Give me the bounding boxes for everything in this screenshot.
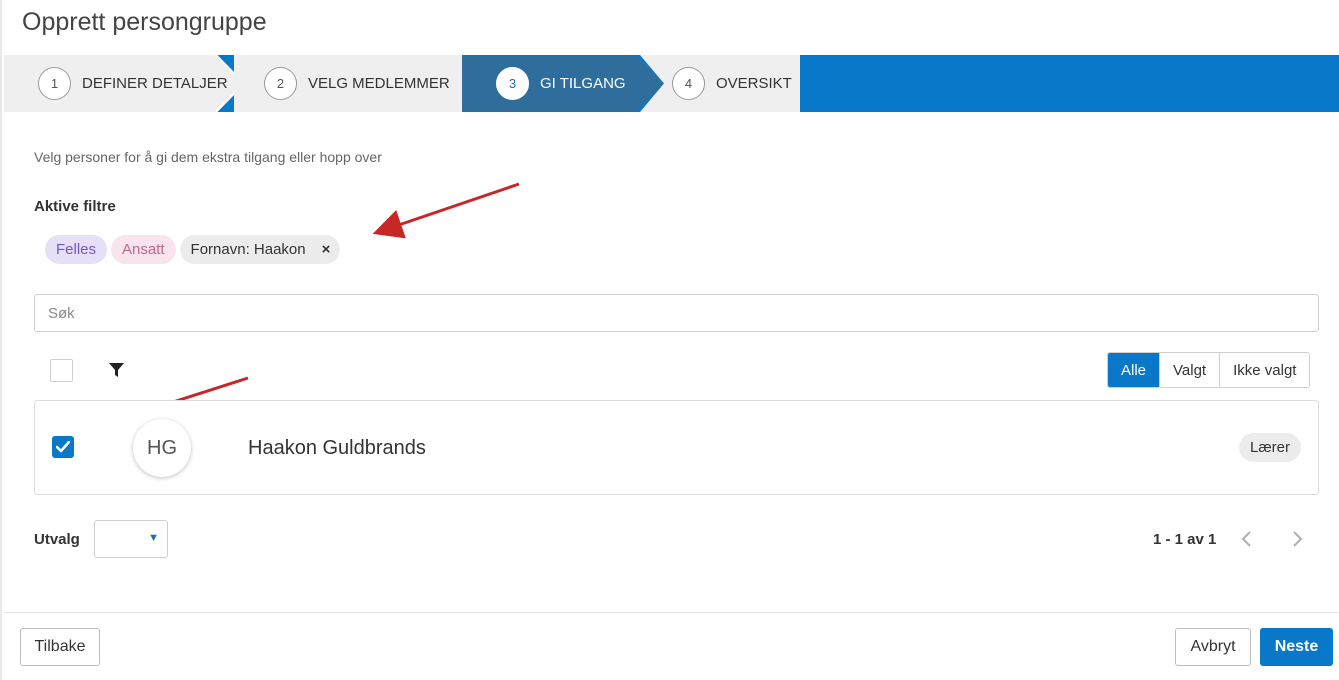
avatar: HG (133, 419, 191, 477)
select-all-checkbox[interactable] (50, 359, 73, 382)
active-filters-heading: Aktive filtre (34, 198, 116, 215)
caret-down-icon: ▼ (148, 532, 159, 544)
utvalg-label: Utvalg (34, 531, 80, 548)
check-icon (56, 441, 70, 453)
wizard-stepper: 1 DEFINER DETALJER 2 VELG MEDLEMMER 3 GI… (4, 55, 1339, 112)
step-label: OVERSIKT (716, 75, 792, 92)
person-checkbox[interactable] (52, 436, 74, 458)
step-instructions: Velg personer for å gi dem ekstra tilgan… (34, 149, 382, 165)
remove-filter-icon[interactable]: × (322, 241, 331, 258)
person-row[interactable]: HG Haakon Guldbrands Lærer (34, 400, 1319, 495)
role-badge: Lærer (1238, 433, 1301, 462)
chip-label: Fornavn: Haakon (190, 241, 306, 258)
chip-label: Felles (56, 241, 97, 258)
footer-divider (4, 612, 1339, 613)
toggle-valgt[interactable]: Valgt (1159, 353, 1220, 387)
search-input[interactable] (34, 294, 1319, 332)
filter-chip-ansatt[interactable]: Ansatt (111, 235, 176, 264)
step-label: VELG MEDLEMMER (308, 75, 450, 92)
step-number: 3 (496, 67, 529, 100)
selection-view-toggle: Alle Valgt Ikke valgt (1107, 352, 1311, 388)
back-button[interactable]: Tilbake (20, 628, 100, 666)
step-label: DEFINER DETALJER (82, 75, 228, 92)
step-definer-detaljer[interactable]: 1 DEFINER DETALJER (4, 55, 244, 112)
annotation-arrow (372, 182, 520, 239)
step-oversikt[interactable]: 4 OVERSIKT (640, 55, 800, 112)
active-filter-chips: Felles Ansatt Fornavn: Haakon × (45, 235, 341, 264)
page-title: Opprett persongruppe (22, 8, 267, 36)
filter-chip-fornavn: Fornavn: Haakon × (179, 235, 341, 264)
step-number: 1 (38, 67, 71, 100)
step-label: GI TILGANG (540, 75, 626, 92)
step-number: 2 (264, 67, 297, 100)
toggle-alle[interactable]: Alle (1108, 353, 1160, 387)
funnel-icon[interactable] (108, 362, 125, 379)
chevron-right-icon[interactable] (1288, 529, 1306, 549)
filter-chip-felles[interactable]: Felles (45, 235, 108, 264)
utvalg-select[interactable]: ▼ (94, 520, 168, 558)
next-button[interactable]: Neste (1260, 628, 1333, 666)
chevron-left-icon[interactable] (1238, 529, 1256, 549)
toggle-ikke-valgt[interactable]: Ikke valgt (1219, 353, 1310, 387)
pagination-status: 1 - 1 av 1 (1153, 531, 1217, 548)
step-number: 4 (672, 67, 705, 100)
chip-label: Ansatt (122, 241, 165, 258)
dialog: Opprett persongruppe 1 DEFINER DETALJER … (0, 0, 1339, 680)
cancel-button[interactable]: Avbryt (1175, 628, 1251, 666)
step-velg-medlemmer[interactable]: 2 VELG MEDLEMMER (234, 55, 474, 112)
person-name: Haakon Guldbrands (248, 437, 426, 459)
